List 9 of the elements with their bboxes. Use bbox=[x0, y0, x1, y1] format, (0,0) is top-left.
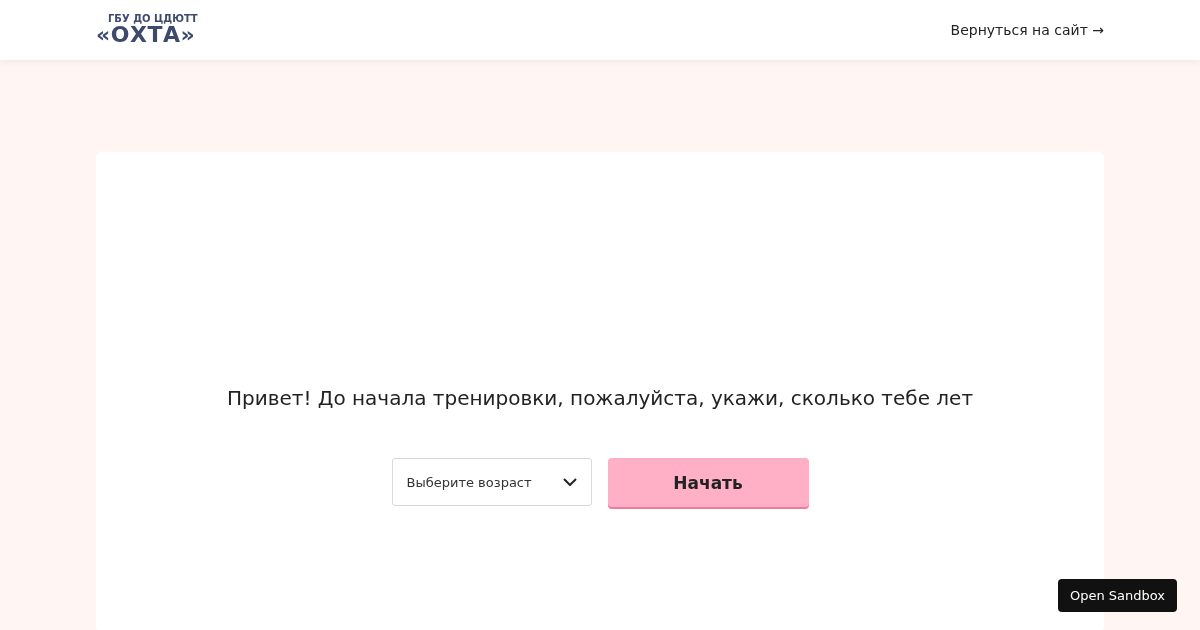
greeting-heading: Привет! До начала тренировки, пожалуйста, укажи, сколько тебе лет bbox=[226, 386, 974, 410]
logo-subtitle: ГБУ ДО ЦДЮТТ bbox=[108, 14, 198, 24]
open-sandbox-button[interactable]: Open Sandbox bbox=[1057, 579, 1177, 612]
logo[interactable]: ГБУ ДО ЦДЮТТ «ОХТА» bbox=[96, 14, 198, 46]
back-to-site-link[interactable]: Вернуться на сайт → bbox=[950, 22, 1104, 38]
start-button[interactable]: Начать bbox=[607, 458, 809, 507]
logo-title: «ОХТА» bbox=[96, 24, 196, 46]
chevron-down-icon bbox=[562, 478, 577, 486]
age-select[interactable]: Выберите возраст bbox=[391, 458, 592, 506]
